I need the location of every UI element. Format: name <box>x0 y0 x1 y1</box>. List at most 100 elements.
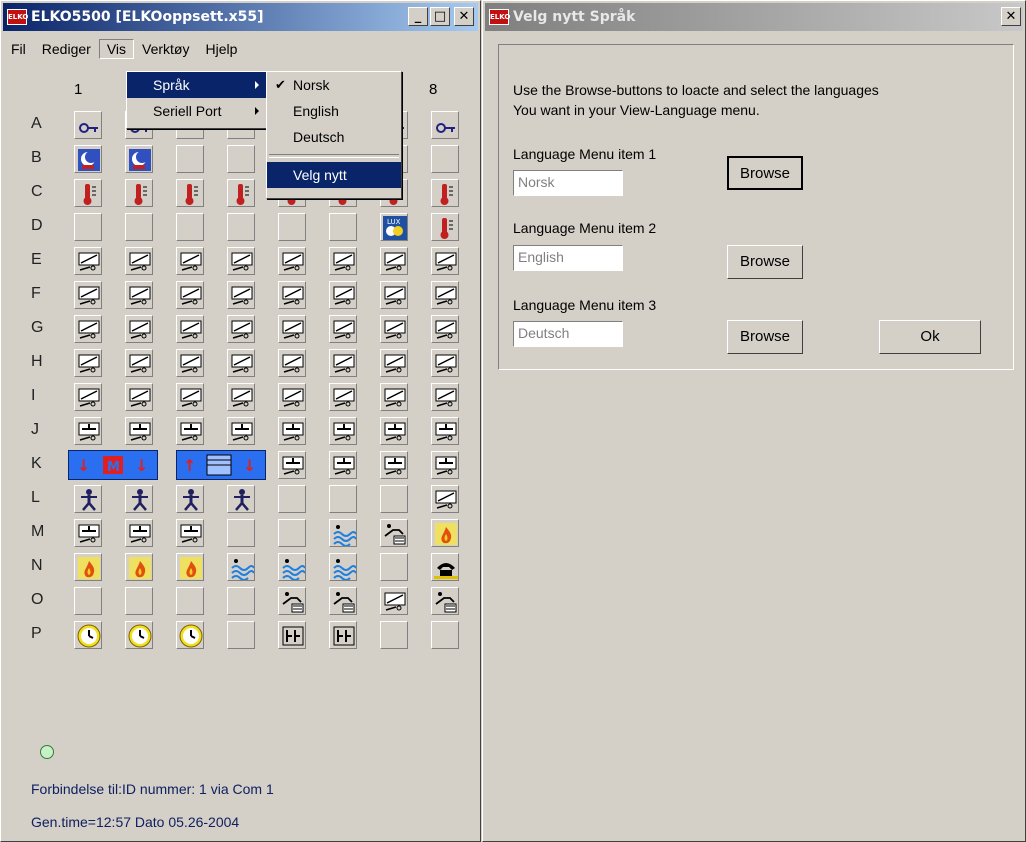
grid-cell-n8[interactable] <box>431 553 459 581</box>
minimize-button[interactable]: _ <box>408 7 428 26</box>
grid-cell-d1[interactable] <box>74 213 102 241</box>
grid-cell-d4[interactable] <box>227 213 255 241</box>
grid-cell-a1[interactable] <box>74 111 102 139</box>
grid-cell-l1[interactable] <box>74 485 102 513</box>
grid-cell-i6[interactable] <box>329 383 357 411</box>
grid-cell-m2[interactable] <box>125 519 153 547</box>
grid-cell-p2[interactable] <box>125 621 153 649</box>
grid-cell-m5[interactable] <box>278 519 306 547</box>
grid-cell-o5[interactable] <box>278 587 306 615</box>
grid-cell-e8[interactable] <box>431 247 459 275</box>
grid-cell-h3[interactable] <box>176 349 204 377</box>
grid-cell-m6[interactable] <box>329 519 357 547</box>
grid-cell-a8[interactable] <box>431 111 459 139</box>
grid-cell-p4[interactable] <box>227 621 255 649</box>
grid-cell-o7[interactable] <box>380 587 408 615</box>
grid-cell-h8[interactable] <box>431 349 459 377</box>
grid-cell-g5[interactable] <box>278 315 306 343</box>
grid-cell-b8[interactable] <box>431 145 459 173</box>
grid-cell-o8[interactable] <box>431 587 459 615</box>
grid-cell-b1[interactable] <box>74 145 102 173</box>
grid-cell-j8[interactable] <box>431 417 459 445</box>
grid-cell-g6[interactable] <box>329 315 357 343</box>
grid-cell-o2[interactable] <box>125 587 153 615</box>
grid-cell-d6[interactable] <box>329 213 357 241</box>
grid-cell-g4[interactable] <box>227 315 255 343</box>
language-item-velg-nytt[interactable]: Velg nytt <box>267 162 401 188</box>
grid-cell-f3[interactable] <box>176 281 204 309</box>
grid-cell-p7[interactable] <box>380 621 408 649</box>
grid-cell-f4[interactable] <box>227 281 255 309</box>
menu-verktoy[interactable]: Verktøy <box>134 39 197 59</box>
grid-cell-b4[interactable] <box>227 145 255 173</box>
dialog-close-button[interactable]: ✕ <box>1001 7 1021 26</box>
grid-cell-c3[interactable] <box>176 179 204 207</box>
grid-cell-h1[interactable] <box>74 349 102 377</box>
grid-cell-j6[interactable] <box>329 417 357 445</box>
grid-cell-h4[interactable] <box>227 349 255 377</box>
grid-cell-j3[interactable] <box>176 417 204 445</box>
language-item-2-field[interactable]: English <box>513 245 623 271</box>
grid-cell-i3[interactable] <box>176 383 204 411</box>
grid-cell-n3[interactable] <box>176 553 204 581</box>
grid-cell-e4[interactable] <box>227 247 255 275</box>
grid-cell-m1[interactable] <box>74 519 102 547</box>
grid-cell-l4[interactable] <box>227 485 255 513</box>
grid-cell-b2[interactable] <box>125 145 153 173</box>
blind-control-k3[interactable]: ↑ ↓ <box>176 450 266 480</box>
ok-button[interactable]: Ok <box>879 320 981 354</box>
grid-cell-i7[interactable] <box>380 383 408 411</box>
grid-cell-c1[interactable] <box>74 179 102 207</box>
grid-cell-j5[interactable] <box>278 417 306 445</box>
language-item-1-field[interactable]: Norsk <box>513 170 623 196</box>
grid-cell-b3[interactable] <box>176 145 204 173</box>
grid-cell-d2[interactable] <box>125 213 153 241</box>
grid-cell-k7[interactable] <box>380 451 408 479</box>
grid-cell-j7[interactable] <box>380 417 408 445</box>
grid-cell-l8[interactable] <box>431 485 459 513</box>
grid-cell-h5[interactable] <box>278 349 306 377</box>
grid-cell-l6[interactable] <box>329 485 357 513</box>
grid-cell-l3[interactable] <box>176 485 204 513</box>
grid-cell-d5[interactable] <box>278 213 306 241</box>
grid-cell-k8[interactable] <box>431 451 459 479</box>
grid-cell-e3[interactable] <box>176 247 204 275</box>
language-item-3-field[interactable]: Deutsch <box>513 321 623 347</box>
menu-hjelp[interactable]: Hjelp <box>197 39 245 59</box>
grid-cell-m7[interactable] <box>380 519 408 547</box>
grid-cell-n5[interactable] <box>278 553 306 581</box>
grid-cell-m3[interactable] <box>176 519 204 547</box>
grid-cell-h6[interactable] <box>329 349 357 377</box>
language-item-norsk[interactable]: ✔ Norsk <box>267 72 401 98</box>
grid-cell-j1[interactable] <box>74 417 102 445</box>
grid-cell-e6[interactable] <box>329 247 357 275</box>
grid-cell-g2[interactable] <box>125 315 153 343</box>
menu-item-sprak[interactable]: Språk <box>127 72 267 98</box>
browse-button-3[interactable]: Browse <box>727 320 803 354</box>
grid-cell-l2[interactable] <box>125 485 153 513</box>
main-titlebar[interactable]: ELKO ELKO5500 [ELKOoppsett.x55] _ □ ✕ <box>3 3 478 31</box>
grid-cell-d3[interactable] <box>176 213 204 241</box>
menu-vis[interactable]: Vis <box>98 39 135 59</box>
grid-cell-c8[interactable] <box>431 179 459 207</box>
grid-cell-h7[interactable] <box>380 349 408 377</box>
grid-cell-p3[interactable] <box>176 621 204 649</box>
grid-cell-o4[interactable] <box>227 587 255 615</box>
grid-cell-i1[interactable] <box>74 383 102 411</box>
grid-cell-o3[interactable] <box>176 587 204 615</box>
grid-cell-g8[interactable] <box>431 315 459 343</box>
grid-cell-o6[interactable] <box>329 587 357 615</box>
grid-cell-g1[interactable] <box>74 315 102 343</box>
grid-cell-f8[interactable] <box>431 281 459 309</box>
grid-cell-f7[interactable] <box>380 281 408 309</box>
grid-cell-n4[interactable] <box>227 553 255 581</box>
grid-cell-n6[interactable] <box>329 553 357 581</box>
grid-cell-p6[interactable] <box>329 621 357 649</box>
grid-cell-p5[interactable] <box>278 621 306 649</box>
grid-cell-c4[interactable] <box>227 179 255 207</box>
grid-cell-e7[interactable] <box>380 247 408 275</box>
grid-cell-e5[interactable] <box>278 247 306 275</box>
menu-item-seriell-port[interactable]: Seriell Port <box>127 98 267 124</box>
close-button[interactable]: ✕ <box>454 7 474 26</box>
grid-cell-e2[interactable] <box>125 247 153 275</box>
